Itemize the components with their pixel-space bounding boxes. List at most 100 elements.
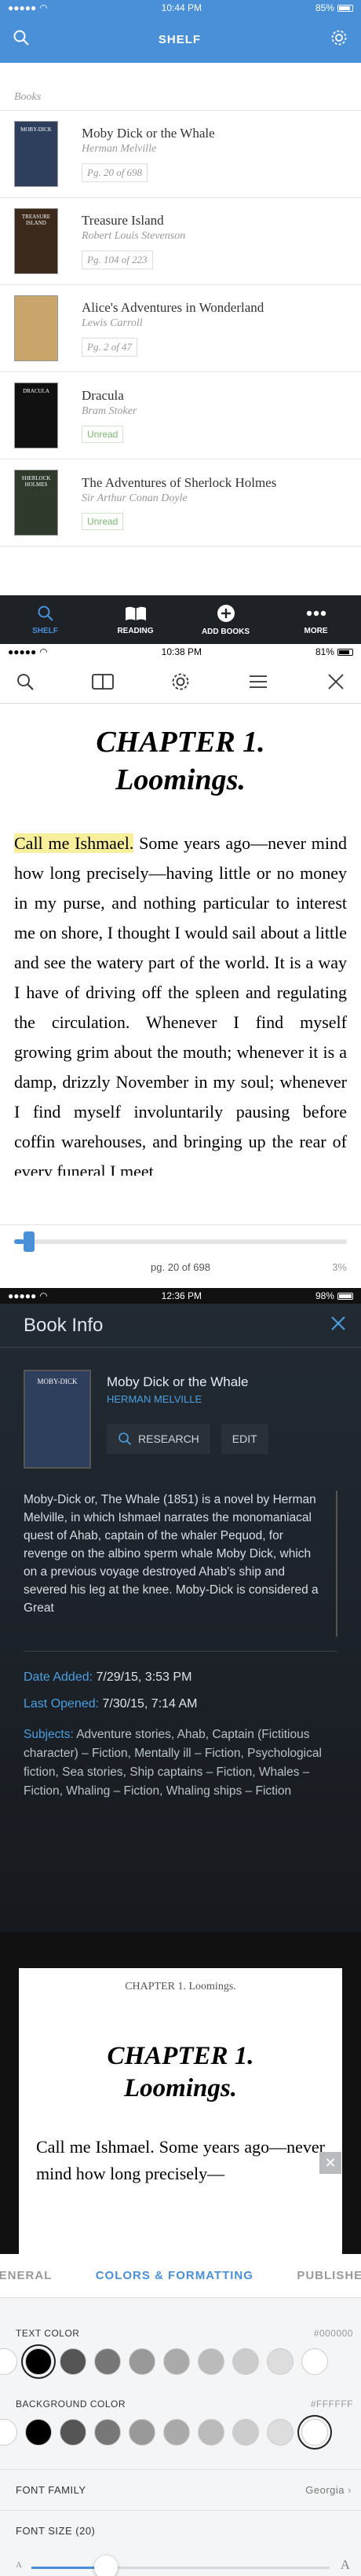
text-color-swatch[interactable] [25,2348,52,2375]
close-icon[interactable] [322,668,350,696]
text-color-swatch[interactable] [232,2348,259,2375]
section-label: Books [0,63,361,111]
search-icon[interactable] [13,29,30,50]
font-size-slider-row: A A [0,2551,361,2576]
tab-publisher[interactable]: PUBLISHER [297,2269,361,2282]
list-item[interactable]: SHERLOCK HOLMES The Adventures of Sherloc… [0,459,361,547]
background-color-row: BACKGROUND COLOR #FFFFFF [0,2399,361,2410]
edit-button[interactable]: EDIT [221,1424,268,1454]
book-cover: TREASURE ISLAND [14,208,58,274]
tab-general[interactable]: GENERAL [0,2269,52,2282]
preview-chapter-number: CHAPTER 1. [107,2042,254,2070]
text-color-swatch[interactable] [267,2348,294,2375]
text-color-swatch[interactable] [94,2348,121,2375]
page-progress: pg. 20 of 698 3% [0,1224,361,1288]
book-cover: MOBY-DICK [24,1370,91,1469]
date-added-value: 7/29/15, 3:53 PM [96,1670,192,1684]
progress-slider[interactable] [14,1239,347,1244]
book-author: Herman Melville [82,143,157,155]
book-cover: SHERLOCK HOLMES [14,470,58,536]
status-time: 10:44 PM [161,2,202,13]
text-color-swatch[interactable] [0,2348,17,2375]
battery-icon [337,4,353,12]
book-details: Moby Dick or the Whale HERMAN MELVILLE R… [107,1370,268,1469]
signal-icon: ●●●●● [8,1290,37,1301]
chevron-right-icon: › [348,2484,352,2496]
book-info-screen: ●●●●● ◠ 12:36 PM 98% Book Info MOBY-DICK… [0,1288,361,1932]
gear-icon[interactable] [166,668,195,696]
book-details: Moby Dick or the Whale Herman Melville Pg.… [82,126,215,182]
signal-group: ●●●●● ◠ [8,2,48,13]
progress-thumb[interactable] [23,1231,35,1252]
list-item[interactable]: MOBY-DICK Moby Dick or the Whale Herman Me… [0,111,361,198]
book-author[interactable]: HERMAN MELVILLE [107,1393,268,1405]
background-color-swatch[interactable] [25,2419,52,2446]
battery-fill [338,1293,352,1298]
text-color-label: TEXT COLOR [16,2328,80,2339]
text-color-swatch[interactable] [301,2348,328,2375]
cover-text: DRACULA [23,388,49,394]
tab-colors-formatting[interactable]: COLORS & FORMATTING [96,2269,253,2282]
gear-icon[interactable] [330,28,348,51]
book-description[interactable]: Moby-Dick or, The Whale (1851) is a nove… [24,1491,337,1637]
font-family-label: FONT FAMILY [16,2484,86,2496]
chapter-number: CHAPTER 1. [96,726,265,759]
font-larger-icon: A [340,2557,350,2572]
list-item[interactable]: Alice's Adventures in Wonderland Lewis Ca… [0,285,361,372]
shelf-header: ●●●●● ◠ 10:44 PM 85% SHELF [0,0,361,63]
background-color-swatch[interactable] [0,2419,17,2446]
close-icon[interactable]: ✕ [319,2152,341,2174]
font-family-row[interactable]: FONT FAMILY Georgia › [0,2469,361,2510]
wifi-icon: ◠ [39,2,48,13]
font-size-slider[interactable] [31,2556,330,2576]
tab-shelf[interactable]: SHELF [0,595,90,644]
open-book-icon[interactable] [89,668,117,696]
reader-text[interactable]: Call me Ishmael. Some years ago—never mi… [0,829,361,1176]
highlighted-text[interactable]: Call me Ishmael. [14,833,134,853]
tab-label: READING [117,626,154,635]
signal-group: ●●●●● ◠ [8,1290,48,1301]
status-time: 12:36 PM [161,1290,202,1301]
last-opened-label: Last Opened: [24,1697,100,1711]
search-icon[interactable] [11,668,39,696]
settings-tabs: GENERAL COLORS & FORMATTING PUBLISHER [0,2254,361,2298]
shelf-screen: ●●●●● ◠ 10:44 PM 85% SHELF Books MOBY-DI… [0,0,361,644]
text-color-swatch[interactable] [163,2348,190,2375]
last-opened-value: 7/30/15, 7:14 AM [102,1697,198,1711]
list-item[interactable]: TREASURE ISLAND Treasure Island Robert Lou… [0,198,361,285]
date-added-label: Date Added: [24,1670,93,1684]
background-color-swatch[interactable] [232,2419,259,2446]
background-color-swatch[interactable] [163,2419,190,2446]
battery-percent: 85% [315,2,334,13]
background-color-swatch[interactable] [129,2419,155,2446]
reading-preview: CHAPTER 1. Loomings. CHAPTER 1. Loomings… [19,1968,342,2254]
background-color-swatch[interactable] [301,2419,328,2446]
text-color-swatch[interactable] [60,2348,86,2375]
book-details: The Adventures of Sherlock Holmes Sir Art… [82,475,276,530]
text-color-swatch[interactable] [198,2348,224,2375]
book-author: Sir Arthur Conan Doyle [82,492,188,504]
background-color-swatch[interactable] [60,2419,86,2446]
date-added-row: Date Added: 7/29/15, 3:53 PM [24,1664,337,1691]
book-details: Treasure Island Robert Louis Stevenson Pg.… [82,213,185,269]
book-title: Moby Dick or the Whale [107,1374,249,1389]
close-icon[interactable] [330,1315,347,1336]
menu-icon[interactable] [244,668,272,696]
tab-add-books[interactable]: ADD BOOKS [180,595,271,644]
preview-chapter-name: Loomings. [124,2074,237,2103]
background-color-swatch[interactable] [94,2419,121,2446]
background-color-swatch[interactable] [198,2419,224,2446]
last-opened-row: Last Opened: 7/30/15, 7:14 AM [24,1691,337,1718]
background-color-swatch[interactable] [267,2419,294,2446]
tab-more[interactable]: MORE [271,595,361,644]
cover-text: MOBY-DICK [20,126,52,133]
research-button[interactable]: RESEARCH [107,1424,210,1454]
battery-group: 81% [315,646,353,657]
text-color-swatch[interactable] [129,2348,155,2375]
tab-reading[interactable]: READING [90,595,180,644]
battery-icon [337,648,353,656]
slider-thumb[interactable] [94,2556,118,2576]
list-item[interactable]: DRACULA Dracula Bram Stoker Unread [0,372,361,459]
percent-label: 3% [332,1261,347,1273]
